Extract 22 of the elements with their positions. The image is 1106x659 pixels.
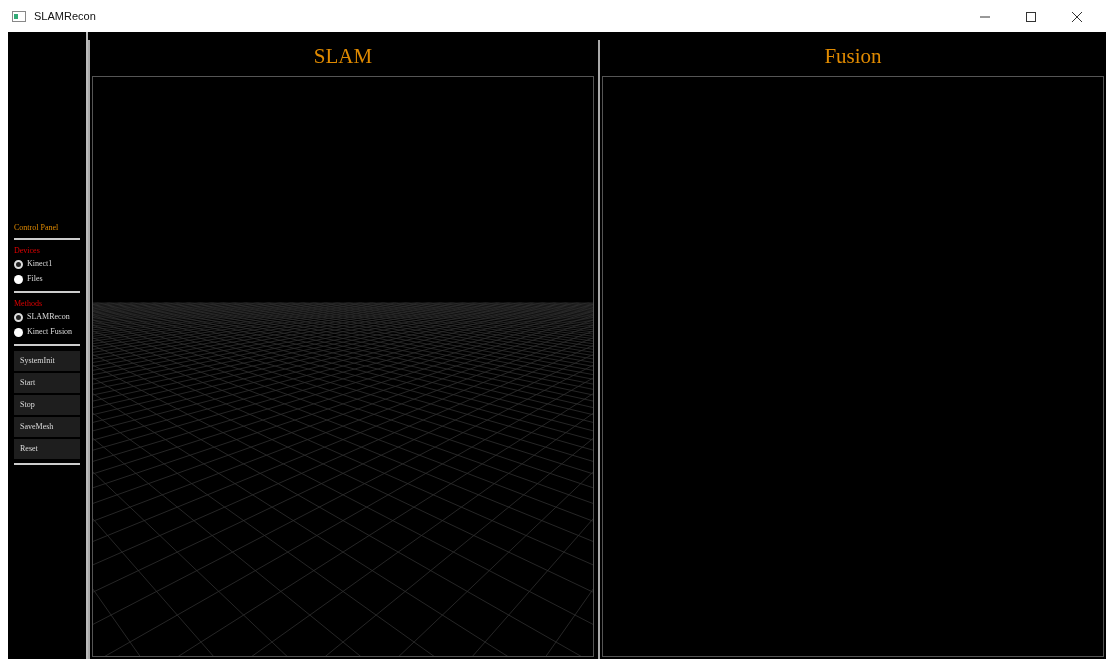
radio-button[interactable] [14,259,23,269]
radio-label[interactable]: Kinect Fusion [27,326,73,338]
radio-button[interactable] [14,312,23,322]
maximize-icon [1026,11,1036,22]
close-icon [1072,11,1082,22]
control-button[interactable]: SaveMesh [14,416,80,437]
window-title: SLAMRecon [34,8,96,24]
control-button[interactable]: Stop [14,394,80,415]
radio-label[interactable]: Kinect1 [27,258,53,270]
radio-button[interactable] [14,327,23,337]
control-button[interactable]: SystemInit [14,350,80,371]
radio-label[interactable]: Files [27,273,43,285]
radio-button[interactable] [14,274,23,284]
group-label: Devices [14,244,41,257]
control-button[interactable]: Start [14,372,80,393]
group-label: Methods [14,297,43,310]
control-button[interactable]: Reset [14,438,80,459]
radio-label[interactable]: SLAMRecon [27,311,70,323]
app-icon [12,10,26,22]
view-title: SLAM [312,43,374,70]
panel-title: Control Panel [14,221,60,234]
view-title: Fusion [823,43,883,70]
